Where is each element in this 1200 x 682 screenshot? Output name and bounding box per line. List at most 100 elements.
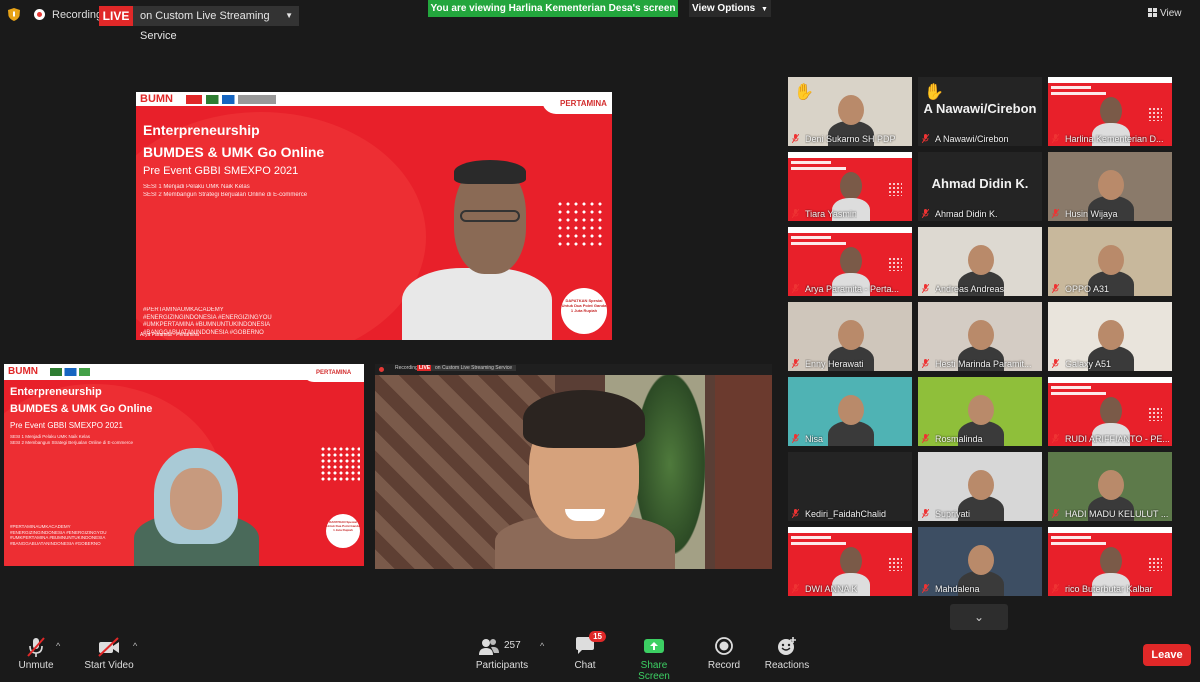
gallery-scroll-down-button[interactable]: ⌄ [950,604,1008,630]
mic-muted-icon [792,209,799,218]
slide-subtitle: Pre Event GBBI SMEXPO 2021 [143,165,299,177]
view-button[interactable]: View [1148,5,1194,23]
view-options-button[interactable]: View Options ▼ [689,0,771,17]
participants-options-chevron-icon[interactable]: ^ [540,641,544,651]
video-options-chevron-icon[interactable]: ^ [133,641,137,651]
participant-tile[interactable]: DWI ANNA K [788,527,912,596]
participant-head [968,395,994,425]
participant-head [1098,245,1124,275]
record-button[interactable]: Record [704,636,744,671]
participant-tile[interactable]: Arya Paramita - Perta... [788,227,912,296]
participant-head [1100,397,1122,425]
view-label: View [1160,8,1182,19]
participant-tile[interactable]: Harlina Kementerian D... [1048,77,1172,146]
mic-muted-icon [1052,359,1059,368]
slide-subtitle: Pre Event GBBI SMEXPO 2021 [10,421,123,430]
participant-head [840,172,862,200]
mic-muted-icon [792,284,799,293]
participant-name: Hesti Marinda Paramit... [935,359,1032,369]
promo-seal-text: DAPATKAN Spesial Untuk Dua Point Ganda 1… [561,298,607,314]
chat-button[interactable]: 15 Chat [570,631,606,671]
unmute-button[interactable]: Unmute [14,636,58,671]
participant-head [1098,470,1124,500]
recording-label[interactable]: Recording [52,9,102,21]
share-screen-button[interactable]: Share Screen [624,636,684,682]
shield-icon[interactable] [8,8,20,21]
participant-name: rico Buterbutar Kalbar [1065,584,1153,594]
participant-name: Tiara Yasmin [805,209,857,219]
share-screen-icon [643,636,665,658]
slide-title-line1: Enterpreneurship [143,122,260,138]
participant-tile[interactable]: Husin Wijaya [1048,152,1172,221]
participant-name: Mahdalena [935,584,980,594]
glasses-shape [460,210,520,222]
participant-tile[interactable]: Tiara Yasmin [788,152,912,221]
participant-tile[interactable]: Kediri_FaidahChalid [788,452,912,521]
mic-muted-icon [922,434,929,443]
mic-muted-icon [1052,584,1059,593]
participant-name: A Nawawi/Cirebon [935,134,1009,144]
mic-muted-icon [922,509,929,518]
participant-name: Arya Paramita - Perta... [805,284,900,294]
shared-screen-slide: BUMN PERTAMINA Enterpreneurship BUMDES &… [136,92,612,340]
participant-tile[interactable]: Galaxy A51 [1048,302,1172,371]
participant-tile[interactable]: ✋ Deni Sukarno SH PDP [788,77,912,146]
participants-button[interactable]: 257 Participants [474,636,530,671]
speaker-face [170,468,222,530]
reactions-button[interactable]: Reactions [764,636,810,671]
participant-head [968,470,994,500]
speaker-slide-video: BUMN PERTAMINA Enterpreneurship BUMDES &… [4,364,364,566]
participant-tile[interactable]: RUDI ARIFFIANTO - PE... [1048,377,1172,446]
mini-recording-label: Recording [395,365,418,371]
participant-tile[interactable]: Rosmalinda [918,377,1042,446]
slide-sesi1: SESI 1 Menjadi Pelaku UMK Naik Kelas [143,184,250,190]
mini-live-service: on Custom Live Streaming Service [431,365,516,371]
participant-tile[interactable]: Mahdalena [918,527,1042,596]
pertamina-logo: PERTAMINA [560,99,607,108]
participant-head [840,247,862,275]
participant-name: OPPO A31 [1065,284,1110,294]
participant-tile[interactable]: Ahmad Didin K. Ahmad Didin K. [918,152,1042,221]
mic-muted-icon [922,359,929,368]
participant-tile[interactable]: Andreas Andreas [918,227,1042,296]
top-bar: Recording LIVE on Custom Live Streaming … [0,0,1200,42]
participant-tile[interactable]: OPPO A31 [1048,227,1172,296]
participants-label: Participants [475,660,529,671]
promo-seal: DAPATKAN Spesial Untuk Dua Point Ganda 1… [561,288,607,334]
chat-icon: 15 [574,631,606,658]
participant-tile[interactable]: HADI MADU KELULUT ... [1048,452,1172,521]
unmute-label: Unmute [18,660,54,671]
presenter-body [402,268,552,340]
mic-muted-icon [792,434,799,443]
mic-muted-icon [792,359,799,368]
participant-tile[interactable]: Supriyati [918,452,1042,521]
raised-hand-icon: ✋ [794,84,814,101]
bumn-logo: BUMN [8,366,38,377]
mic-muted-icon [922,134,929,143]
live-badge: LIVE [99,6,133,26]
mic-muted-icon [1052,134,1059,143]
mic-muted-icon [922,209,929,218]
participant-name: Husin Wijaya [1065,209,1118,219]
participant-head [838,95,864,125]
chevron-down-icon: ▼ [285,11,293,20]
participant-head [1100,547,1122,575]
reactions-icon [776,636,798,658]
participant-name: Andreas Andreas [935,284,1005,294]
participant-tile[interactable]: Hesti Marinda Paramit... [918,302,1042,371]
presenter-hair [454,160,526,184]
leave-button[interactable]: Leave [1143,644,1191,666]
participant-webcam-video: Recording LIVE on Custom Live Streaming … [375,364,772,569]
audio-options-chevron-icon[interactable]: ^ [56,641,60,651]
start-video-button[interactable]: Start Video [82,636,136,671]
participant-tile[interactable]: Nisa [788,377,912,446]
participant-tile[interactable]: A Nawawi/Cirebon ✋ A Nawawi/Cirebon [918,77,1042,146]
partner-logos [50,368,90,376]
record-label: Record [707,660,741,671]
mic-muted-icon [922,284,929,293]
participant-tile[interactable]: Enny Herawati [788,302,912,371]
participant-tile[interactable]: rico Buterbutar Kalbar [1048,527,1172,596]
live-service-dropdown[interactable]: on Custom Live Streaming Service ▼ [133,6,299,42]
chevron-down-icon: ⌄ [973,610,985,624]
participant-head [968,245,994,275]
